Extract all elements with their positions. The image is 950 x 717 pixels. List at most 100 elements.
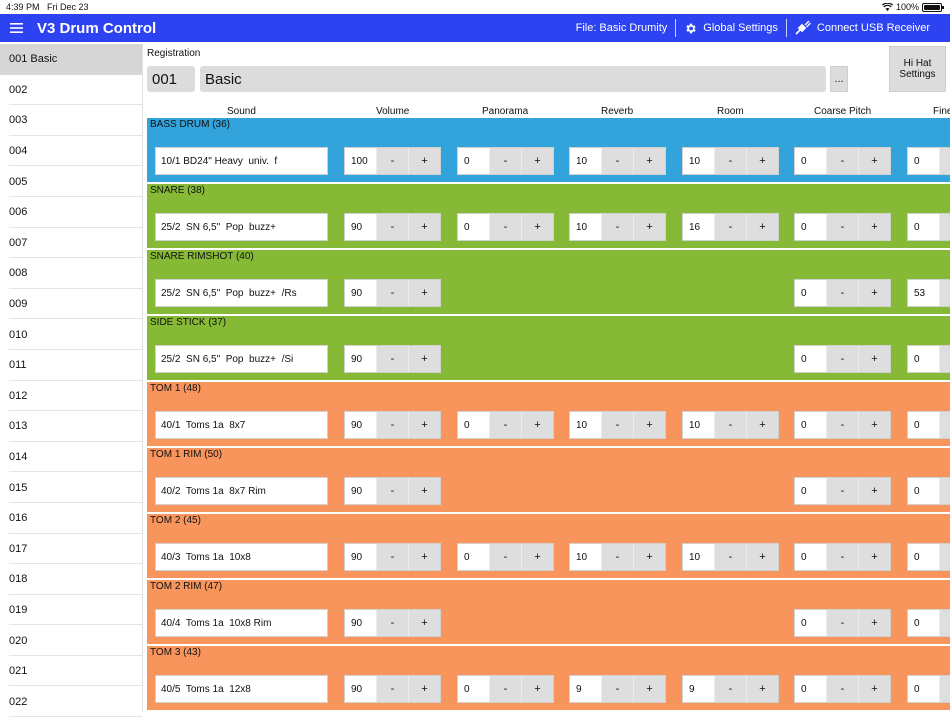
coarse-pitch-decrement-button[interactable]: - [826,676,858,702]
panorama-value[interactable]: 0 [458,544,489,570]
sidebar-item[interactable]: 013 [0,411,142,442]
registration-name-field[interactable]: Basic [200,66,826,92]
fine-decrement-button[interactable]: - [939,280,950,306]
coarse-pitch-decrement-button[interactable]: - [826,544,858,570]
reverb-decrement-button[interactable]: - [601,544,633,570]
sound-field[interactable]: 40/2 Toms 1a 8x7 Rim [155,477,328,505]
panorama-increment-button[interactable]: + [521,544,553,570]
coarse-pitch-increment-button[interactable]: + [858,544,890,570]
fine-value[interactable]: 0 [908,610,939,636]
fine-decrement-button[interactable]: - [939,214,950,240]
sound-field[interactable]: 25/2 SN 6,5" Pop buzz+ /Si [155,345,328,373]
room-decrement-button[interactable]: - [714,214,746,240]
coarse-pitch-decrement-button[interactable]: - [826,148,858,174]
sidebar-item[interactable]: 021 [0,656,142,687]
volume-value[interactable]: 90 [345,478,376,504]
coarse-pitch-increment-button[interactable]: + [858,610,890,636]
volume-value[interactable]: 90 [345,412,376,438]
sidebar-item[interactable]: 005 [0,166,142,197]
sidebar-item[interactable]: 014 [0,442,142,473]
panorama-decrement-button[interactable]: - [489,412,521,438]
volume-increment-button[interactable]: + [408,610,440,636]
sidebar-item[interactable]: 002 [0,75,142,106]
sidebar-item[interactable]: 006 [0,197,142,228]
sidebar-item[interactable]: 004 [0,136,142,167]
sound-field[interactable]: 25/2 SN 6,5" Pop buzz+ /Rs [155,279,328,307]
sidebar-item[interactable]: 003 [0,105,142,136]
fine-value[interactable]: 0 [908,478,939,504]
registration-more-button[interactable]: ... [830,66,848,92]
room-increment-button[interactable]: + [746,214,778,240]
panorama-increment-button[interactable]: + [521,676,553,702]
sidebar-item[interactable]: 001 Basic [0,44,142,75]
room-decrement-button[interactable]: - [714,412,746,438]
room-increment-button[interactable]: + [746,148,778,174]
sidebar-item[interactable]: 010 [0,319,142,350]
volume-decrement-button[interactable]: - [376,478,408,504]
coarse-pitch-increment-button[interactable]: + [858,214,890,240]
room-value[interactable]: 10 [683,544,714,570]
reverb-decrement-button[interactable]: - [601,676,633,702]
coarse-pitch-increment-button[interactable]: + [858,148,890,174]
global-settings-button[interactable]: Global Settings [676,19,786,37]
reverb-value[interactable]: 10 [570,214,601,240]
sidebar-item[interactable]: 018 [0,564,142,595]
coarse-pitch-decrement-button[interactable]: - [826,214,858,240]
room-increment-button[interactable]: + [746,412,778,438]
reverb-increment-button[interactable]: + [633,676,665,702]
sidebar-item[interactable]: 017 [0,534,142,565]
volume-value[interactable]: 90 [345,610,376,636]
coarse-pitch-value[interactable]: 0 [795,412,826,438]
panorama-increment-button[interactable]: + [521,412,553,438]
fine-decrement-button[interactable]: - [939,412,950,438]
volume-value[interactable]: 90 [345,346,376,372]
panorama-value[interactable]: 0 [458,412,489,438]
volume-increment-button[interactable]: + [408,214,440,240]
fine-decrement-button[interactable]: - [939,610,950,636]
volume-decrement-button[interactable]: - [376,280,408,306]
room-value[interactable]: 9 [683,676,714,702]
reverb-value[interactable]: 10 [570,148,601,174]
room-value[interactable]: 10 [683,148,714,174]
coarse-pitch-decrement-button[interactable]: - [826,412,858,438]
coarse-pitch-increment-button[interactable]: + [858,280,890,306]
sound-field[interactable]: 40/1 Toms 1a 8x7 [155,411,328,439]
panorama-value[interactable]: 0 [458,676,489,702]
sidebar-item[interactable]: 019 [0,595,142,626]
coarse-pitch-value[interactable]: 0 [795,544,826,570]
panorama-increment-button[interactable]: + [521,214,553,240]
sidebar-item[interactable]: 015 [0,472,142,503]
sidebar-item[interactable]: 012 [0,381,142,412]
room-increment-button[interactable]: + [746,676,778,702]
volume-decrement-button[interactable]: - [376,544,408,570]
panorama-increment-button[interactable]: + [521,148,553,174]
room-decrement-button[interactable]: - [714,544,746,570]
coarse-pitch-value[interactable]: 0 [795,148,826,174]
coarse-pitch-value[interactable]: 0 [795,280,826,306]
volume-value[interactable]: 90 [345,214,376,240]
reverb-increment-button[interactable]: + [633,412,665,438]
sound-field[interactable]: 25/2 SN 6,5" Pop buzz+ [155,213,328,241]
fine-decrement-button[interactable]: - [939,346,950,372]
panorama-decrement-button[interactable]: - [489,148,521,174]
coarse-pitch-value[interactable]: 0 [795,214,826,240]
coarse-pitch-decrement-button[interactable]: - [826,610,858,636]
coarse-pitch-increment-button[interactable]: + [858,346,890,372]
fine-value[interactable]: 0 [908,412,939,438]
coarse-pitch-value[interactable]: 0 [795,346,826,372]
panorama-decrement-button[interactable]: - [489,676,521,702]
sound-field[interactable]: 40/5 Toms 1a 12x8 [155,675,328,703]
fine-value[interactable]: 0 [908,148,939,174]
sidebar-item[interactable]: 022 [0,686,142,717]
sidebar-item[interactable]: 011 [0,350,142,381]
fine-decrement-button[interactable]: - [939,148,950,174]
volume-value[interactable]: 90 [345,280,376,306]
reverb-increment-button[interactable]: + [633,544,665,570]
coarse-pitch-decrement-button[interactable]: - [826,280,858,306]
coarse-pitch-increment-button[interactable]: + [858,412,890,438]
coarse-pitch-increment-button[interactable]: + [858,478,890,504]
volume-value[interactable]: 90 [345,676,376,702]
coarse-pitch-value[interactable]: 0 [795,610,826,636]
fine-value[interactable]: 0 [908,214,939,240]
coarse-pitch-value[interactable]: 0 [795,676,826,702]
